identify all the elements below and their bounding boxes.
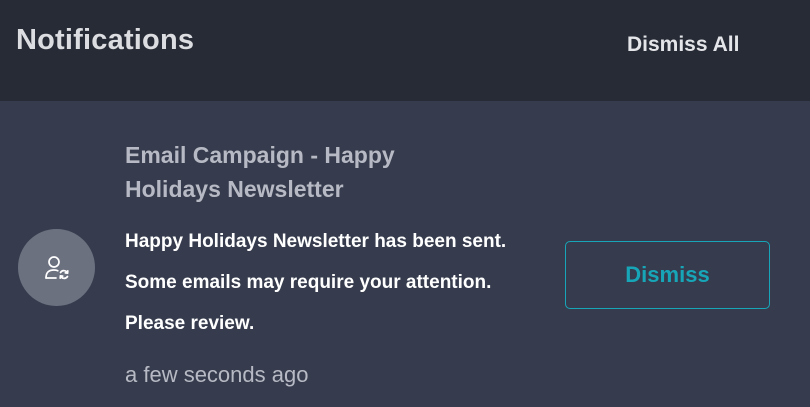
notification-title: Email Campaign - Happy Holidays Newslett… (125, 142, 395, 202)
notifications-header: Notifications Dismiss All (0, 0, 810, 101)
notification-item: Email Campaign - Happy Holidays Newslett… (0, 101, 810, 407)
dismiss-button[interactable]: Dismiss (565, 241, 770, 309)
notification-message: Happy Holidays Newsletter has been sent.… (125, 231, 507, 334)
user-sync-icon (18, 229, 95, 306)
dismiss-all-button[interactable]: Dismiss All (627, 33, 739, 57)
notifications-panel: Notifications Dismiss All Email Campaign… (0, 0, 810, 407)
notification-timestamp: a few seconds ago (125, 362, 309, 387)
page-title: Notifications (16, 24, 195, 56)
